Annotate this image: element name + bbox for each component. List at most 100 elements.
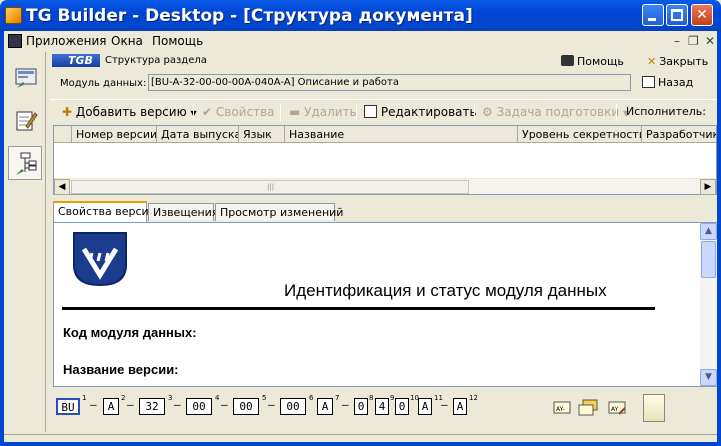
menu-windows[interactable]: Окна	[111, 34, 143, 48]
close-section-button[interactable]: ✕ Закрыть	[647, 55, 708, 68]
column-header[interactable]: Язык	[239, 126, 285, 143]
scroll-right-icon[interactable]: ▶	[700, 179, 716, 195]
menu-applications[interactable]: Приложения	[26, 34, 107, 48]
maximize-icon	[671, 9, 683, 21]
tab-notices[interactable]: Извещения	[148, 203, 218, 221]
module-field[interactable]: [BU-A-32-00-00-00A-040A-A] Описание и ра…	[148, 74, 631, 91]
code-tool-swap-icon[interactable]	[577, 399, 599, 416]
scroll-left-icon[interactable]: ◀	[54, 179, 70, 195]
menu-help[interactable]: Помощь	[152, 34, 203, 48]
versions-table[interactable]: Номер версии Дата выпуска Язык Название …	[53, 125, 717, 195]
delete-label: Удалить	[304, 105, 357, 119]
mdi-document-icon[interactable]	[8, 34, 22, 48]
mdi-restore-button[interactable]: ❐	[688, 34, 699, 48]
document-viewer[interactable]: Идентификация и статус модуля данных Код…	[53, 222, 717, 387]
code-dash: –	[174, 398, 181, 411]
help-label: Помощь	[577, 55, 624, 68]
properties-button[interactable]: ✔ Свойства	[202, 105, 275, 119]
title-bar[interactable]: TG Builder - Desktop - [Структура докуме…	[0, 0, 721, 31]
mdi-minimize-button[interactable]: –	[674, 34, 680, 48]
header-cell-blank	[54, 126, 72, 143]
code-segment-8[interactable]: 0	[354, 398, 368, 415]
column-header[interactable]: Уровень секретности	[518, 126, 642, 143]
edit-icon	[364, 105, 377, 118]
code-index: 9	[390, 394, 395, 402]
code-index: 3	[168, 394, 173, 402]
window-title: TG Builder - Desktop - [Структура докуме…	[26, 6, 473, 26]
prep-task-button[interactable]: ⚙ Задача подготовки ▼	[482, 105, 629, 119]
scroll-down-icon[interactable]: ▼	[700, 369, 717, 386]
toolbar-separator	[616, 104, 617, 121]
help-button[interactable]: Помощь	[561, 55, 624, 68]
edit-button[interactable]: Редактировать	[364, 105, 477, 119]
code-segment-4[interactable]: 00	[186, 398, 212, 415]
app-icon[interactable]	[5, 7, 22, 24]
column-header[interactable]: Дата выпуска	[157, 126, 239, 143]
column-header[interactable]: Номер версии	[72, 126, 157, 143]
code-tool-icon[interactable]: AY-	[553, 399, 571, 416]
svg-text:AY-: AY-	[556, 406, 565, 413]
code-index: 8	[369, 394, 374, 402]
tree-structure-icon	[16, 152, 37, 175]
column-header[interactable]: Разработчик	[642, 126, 716, 143]
mdi-close-button[interactable]: ✕	[705, 34, 715, 48]
properties-label: Свойства	[215, 105, 275, 119]
code-tool-edit-icon[interactable]: AY	[608, 399, 626, 416]
editor-nav-button[interactable]	[8, 102, 42, 136]
book-icon	[561, 55, 574, 66]
code-index: 4	[215, 394, 220, 402]
section-title: Структура раздела	[105, 55, 207, 66]
code-segment-5[interactable]: 00	[233, 398, 259, 415]
delete-button[interactable]: ▬ Удалить	[289, 105, 357, 119]
tab-version-properties[interactable]: Свойства версии	[53, 201, 156, 222]
column-header[interactable]: Название	[285, 126, 518, 143]
close-icon: ✕	[696, 7, 708, 23]
back-label: Назад	[658, 76, 694, 89]
executor-label: Исполнитель:	[626, 105, 706, 118]
scroll-thumb[interactable]	[701, 241, 716, 278]
code-segment-9[interactable]: 4	[375, 398, 389, 415]
code-dash: –	[127, 398, 134, 411]
vertical-scrollbar[interactable]: ▲ ▼	[700, 223, 717, 386]
code-index: 12	[469, 394, 478, 402]
maximize-button[interactable]	[666, 4, 688, 26]
code-index: 6	[309, 394, 314, 402]
grip-icon: |||	[267, 183, 275, 191]
tab-view-changes[interactable]: Просмотр изменений	[215, 203, 343, 221]
edit-label: Редактировать	[380, 105, 477, 119]
document-structure-panel: TGB Структура раздела Помощь ✕ Закрыть Мо…	[50, 52, 717, 440]
add-version-button[interactable]: ✚ Добавить версию ▼	[62, 105, 197, 119]
code-index: 5	[262, 394, 267, 402]
code-segment-10[interactable]: 0	[395, 398, 409, 415]
close-window-button[interactable]: ✕	[691, 4, 713, 26]
window-frame-bottom	[0, 442, 721, 446]
scroll-thumb[interactable]: |||	[71, 180, 469, 194]
notepad-pencil-icon	[16, 111, 38, 131]
document-heading: Идентификация и статус модуля данных	[284, 281, 607, 300]
code-scroll-icon[interactable]	[643, 394, 665, 422]
code-segment-3[interactable]: 32	[139, 398, 165, 415]
horizontal-scrollbar[interactable]: ◀ ||| ▶	[54, 178, 716, 195]
code-segment-6[interactable]: 00	[280, 398, 306, 415]
code-segment-7[interactable]: A	[317, 398, 333, 415]
scroll-up-icon[interactable]: ▲	[700, 223, 717, 240]
code-segment-12[interactable]: A	[453, 398, 467, 415]
code-segment-2[interactable]: A	[103, 398, 119, 415]
structure-nav-button[interactable]	[8, 146, 42, 180]
code-segment-1[interactable]: BU	[56, 398, 80, 415]
heading-divider	[62, 307, 655, 310]
version-toolbar: ✚ Добавить версию ▼ ✔ Свойства ▬ Удалить…	[50, 99, 717, 123]
desktop-nav-button[interactable]	[8, 60, 42, 94]
code-index: 7	[335, 394, 340, 402]
delete-icon: ▬	[289, 105, 301, 119]
code-dash: –	[221, 398, 228, 411]
minimize-button[interactable]	[642, 4, 664, 26]
back-button[interactable]: Назад	[642, 76, 693, 89]
toolbar-separator	[280, 104, 281, 121]
module-code-label: Код модуля данных:	[63, 325, 197, 340]
svg-text:AY: AY	[611, 406, 619, 413]
module-row: Модуль данных: [BU-A-32-00-00-00A-040A-A…	[50, 73, 717, 93]
code-segment-11[interactable]: A	[418, 398, 432, 415]
code-dash: –	[342, 398, 349, 411]
code-dash: –	[90, 398, 97, 411]
